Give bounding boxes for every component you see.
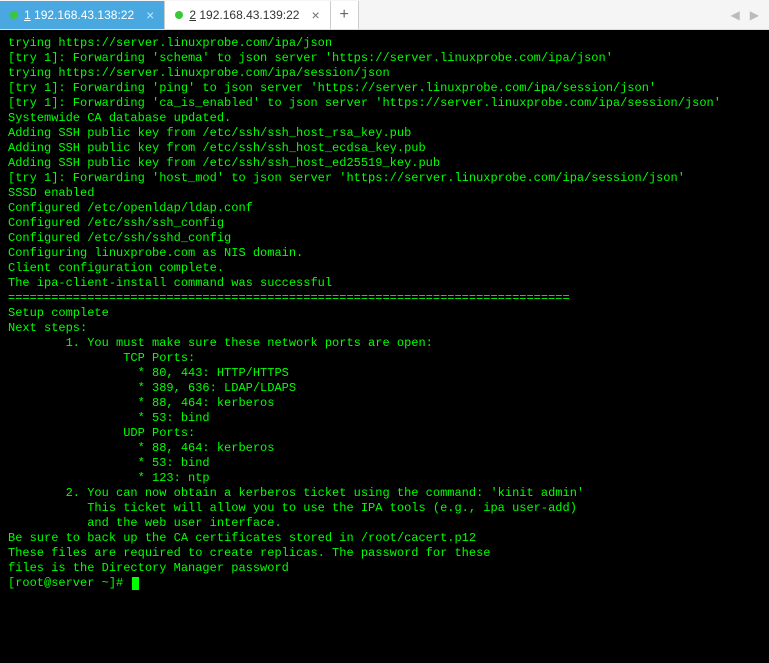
terminal-line: Configured /etc/ssh/ssh_config — [8, 216, 761, 231]
terminal-line: [try 1]: Forwarding 'ca_is_enabled' to j… — [8, 96, 761, 111]
terminal-line: * 389, 636: LDAP/LDAPS — [8, 381, 761, 396]
terminal-line: * 88, 464: kerberos — [8, 396, 761, 411]
terminal-line: * 53: bind — [8, 456, 761, 471]
terminal-line: [try 1]: Forwarding 'host_mod' to json s… — [8, 171, 761, 186]
terminal-line: [try 1]: Forwarding 'schema' to json ser… — [8, 51, 761, 66]
terminal-output[interactable]: trying https://server.linuxprobe.com/ipa… — [0, 30, 769, 663]
terminal-line: [try 1]: Forwarding 'ping' to json serve… — [8, 81, 761, 96]
terminal-line: Configuring linuxprobe.com as NIS domain… — [8, 246, 761, 261]
terminal-line: trying https://server.linuxprobe.com/ipa… — [8, 66, 761, 81]
tab-label: 1 192.168.43.138:22 — [24, 8, 134, 22]
close-icon[interactable]: × — [146, 7, 154, 23]
nav-next-icon[interactable]: ▶ — [746, 6, 763, 24]
terminal-line: ========================================… — [8, 291, 761, 306]
nav-arrows: ◀ ▶ — [727, 6, 769, 24]
terminal-line: SSSD enabled — [8, 186, 761, 201]
terminal-line: The ipa-client-install command was succe… — [8, 276, 761, 291]
terminal-line: Adding SSH public key from /etc/ssh/ssh_… — [8, 126, 761, 141]
terminal-line: Adding SSH public key from /etc/ssh/ssh_… — [8, 141, 761, 156]
new-tab-button[interactable]: + — [331, 1, 359, 29]
terminal-line: These files are required to create repli… — [8, 546, 761, 561]
tab-label: 2 192.168.43.139:22 — [189, 8, 299, 22]
terminal-line: 2. You can now obtain a kerberos ticket … — [8, 486, 761, 501]
terminal-line: Adding SSH public key from /etc/ssh/ssh_… — [8, 156, 761, 171]
terminal-line: Configured /etc/openldap/ldap.conf — [8, 201, 761, 216]
status-dot-icon — [10, 11, 18, 19]
terminal-line: Setup complete — [8, 306, 761, 321]
tab-bar: 1 192.168.43.138:22 × 2 192.168.43.139:2… — [0, 0, 769, 30]
tab-session-1[interactable]: 1 192.168.43.138:22 × — [0, 1, 165, 29]
terminal-line: trying https://server.linuxprobe.com/ipa… — [8, 36, 761, 51]
terminal-line: * 123: ntp — [8, 471, 761, 486]
cursor-icon — [132, 577, 139, 590]
terminal-line: * 53: bind — [8, 411, 761, 426]
terminal-prompt[interactable]: [root@server ~]# — [8, 576, 761, 591]
status-dot-icon — [175, 11, 183, 19]
terminal-line: * 80, 443: HTTP/HTTPS — [8, 366, 761, 381]
terminal-line: * 88, 464: kerberos — [8, 441, 761, 456]
terminal-line: This ticket will allow you to use the IP… — [8, 501, 761, 516]
tab-session-2[interactable]: 2 192.168.43.139:22 × — [165, 1, 330, 29]
terminal-line: and the web user interface. — [8, 516, 761, 531]
terminal-line: Be sure to back up the CA certificates s… — [8, 531, 761, 546]
close-icon[interactable]: × — [311, 7, 319, 23]
terminal-line: Configured /etc/ssh/sshd_config — [8, 231, 761, 246]
terminal-line: files is the Directory Manager password — [8, 561, 761, 576]
terminal-line: Client configuration complete. — [8, 261, 761, 276]
terminal-line: 1. You must make sure these network port… — [8, 336, 761, 351]
terminal-line: TCP Ports: — [8, 351, 761, 366]
nav-prev-icon[interactable]: ◀ — [727, 6, 744, 24]
terminal-line: UDP Ports: — [8, 426, 761, 441]
terminal-line: Systemwide CA database updated. — [8, 111, 761, 126]
terminal-line: Next steps: — [8, 321, 761, 336]
